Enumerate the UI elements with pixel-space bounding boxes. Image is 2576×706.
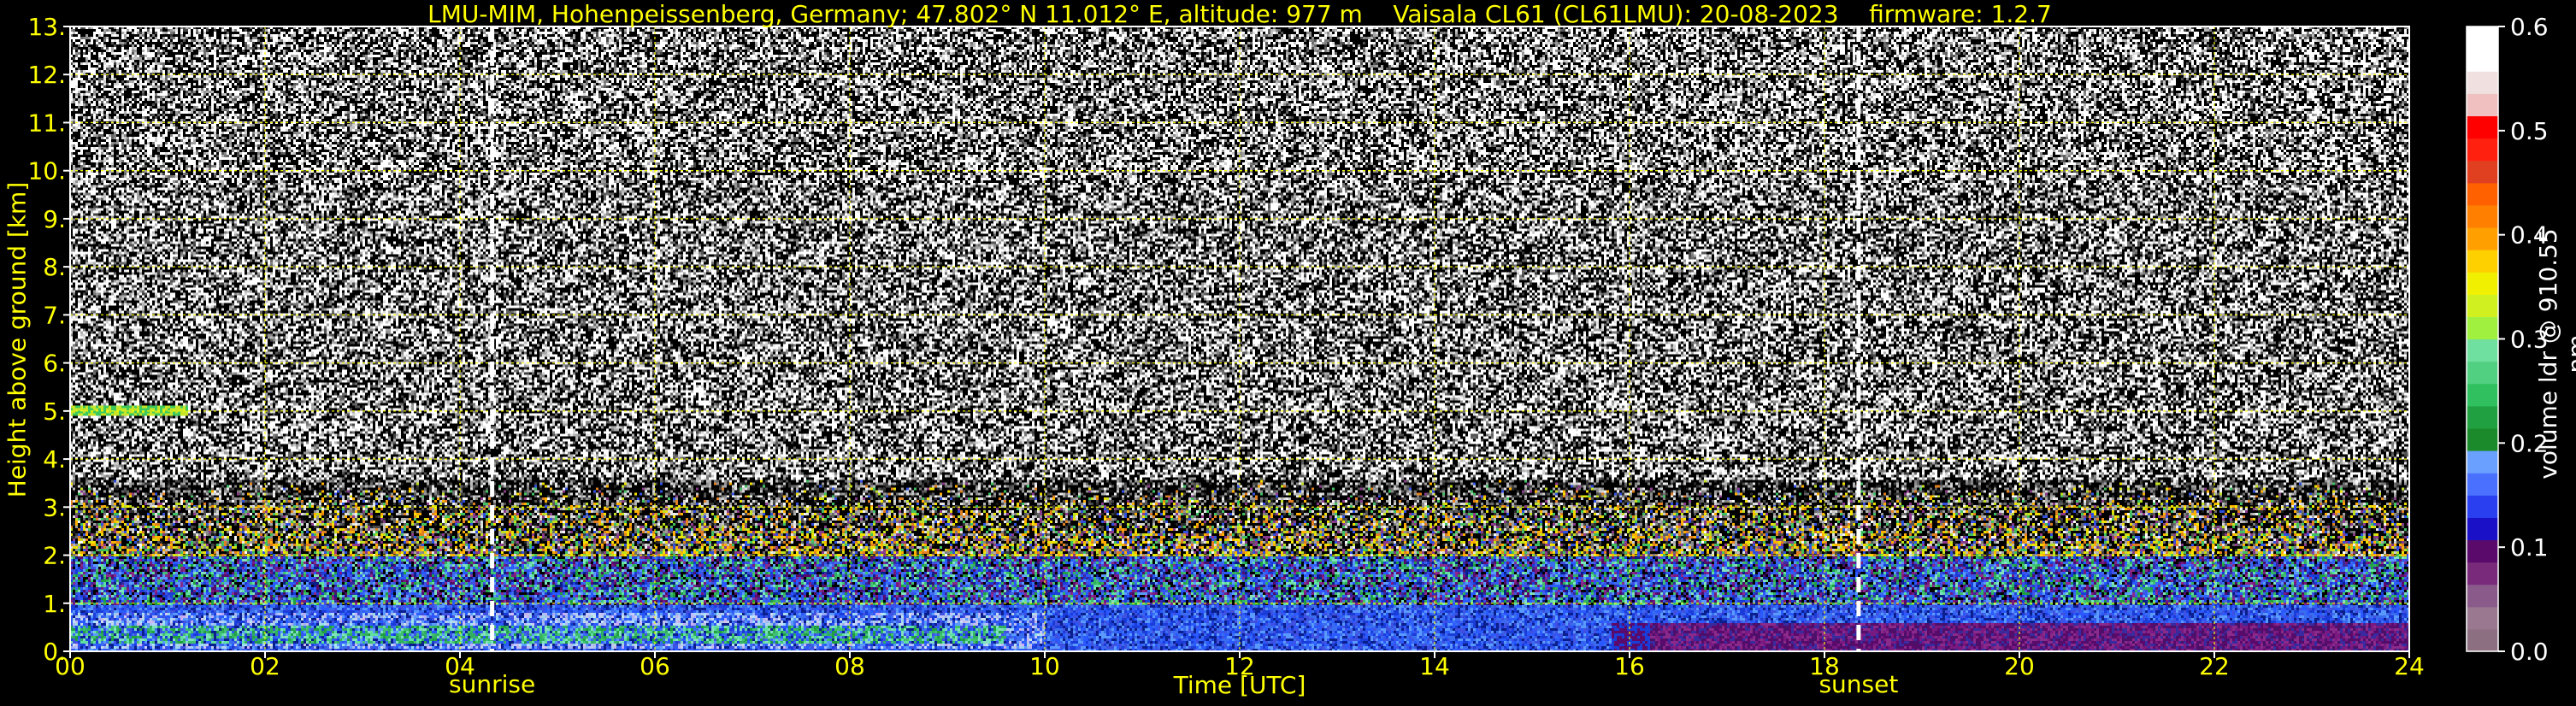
colorbar-segment: [2467, 427, 2498, 451]
x-tick-label: 08: [834, 652, 865, 680]
colorbar-segment: [2467, 115, 2498, 139]
y-tick-label: 10.: [27, 157, 66, 185]
y-tick-label: 12.: [27, 61, 66, 89]
colorbar-segment: [2467, 71, 2498, 94]
colorbar-segment: [2467, 250, 2498, 273]
colorbar-tick-label: 0.0: [2510, 638, 2549, 666]
x-tick-label: 06: [640, 652, 670, 680]
y-tick-label: 6.: [43, 350, 66, 378]
colorbar-tick-label: 0.5: [2510, 117, 2549, 145]
x-tick-label: 22: [2199, 652, 2230, 680]
colorbar-segment: [2467, 160, 2498, 184]
colorbar-segment: [2467, 383, 2498, 407]
colorbar-tick-label: 0.1: [2510, 533, 2549, 562]
chart-title: LMU-MIM, Hohenpeissenberg, Germany; 47.8…: [427, 0, 2052, 28]
y-tick-label: 3.: [43, 493, 66, 521]
colorbar-segment: [2467, 361, 2498, 385]
colorbar-label: volume ldr @ 910.55 nm: [2534, 228, 2576, 479]
colorbar-segment: [2467, 473, 2498, 496]
y-tick-label: 0.: [43, 638, 66, 666]
colorbar-segment: [2467, 204, 2498, 228]
colorbar-segment: [2467, 272, 2498, 295]
colorbar-segment: [2467, 495, 2498, 518]
y-tick-label: 2.: [43, 542, 66, 570]
colorbar-segment: [2467, 26, 2498, 50]
x-tick-label: 16: [1614, 652, 1645, 680]
colorbar-segment: [2467, 316, 2498, 340]
lidar-figure: sunrise sunset 00 02 04 06 08 10 12 14 16 18 20 22 24…: [27, 13, 2549, 698]
x-tick-label: 24: [2394, 652, 2425, 680]
colorbar-segment: [2467, 227, 2498, 250]
y-tick-label: 9.: [43, 205, 66, 233]
x-tick-label: 02: [250, 652, 280, 680]
colorbar-segment: [2467, 539, 2498, 563]
x-tick-label: 18: [1809, 652, 1840, 680]
y-tick-label: 8.: [43, 253, 66, 281]
y-tick-label: 11.: [27, 109, 66, 137]
colorbar-segment: [2467, 606, 2498, 630]
y-axis-label: Height above ground [km]: [3, 181, 32, 498]
x-tick-label: 04: [445, 652, 475, 680]
colorbar-segment: [2467, 584, 2498, 608]
y-tick-label: 5.: [43, 397, 66, 426]
colorbar-tick-label: 0.6: [2510, 13, 2549, 41]
colorbar-segment: [2467, 338, 2498, 362]
colorbar-segment: [2467, 182, 2498, 206]
colorbar-segment: [2467, 405, 2498, 429]
y-tick-label: 7.: [43, 301, 66, 329]
colorbar-segment: [2467, 562, 2498, 585]
x-tick-label: 14: [1419, 652, 1450, 680]
x-tick-label: 10: [1029, 652, 1060, 680]
y-tick-label: 4.: [43, 445, 66, 474]
x-tick-label: 20: [2004, 652, 2035, 680]
colorbar-segment: [2467, 138, 2498, 162]
y-tick-label: 1.: [43, 590, 66, 618]
colorbar-segment: [2467, 450, 2498, 474]
colorbar-segment: [2467, 49, 2498, 72]
colorbar-segment: [2467, 294, 2498, 317]
colorbar-segment: [2467, 517, 2498, 541]
colorbar-segment: [2467, 628, 2498, 652]
x-axis-label: Time [UTC]: [1173, 671, 1306, 699]
colorbar-segment: [2467, 93, 2498, 117]
